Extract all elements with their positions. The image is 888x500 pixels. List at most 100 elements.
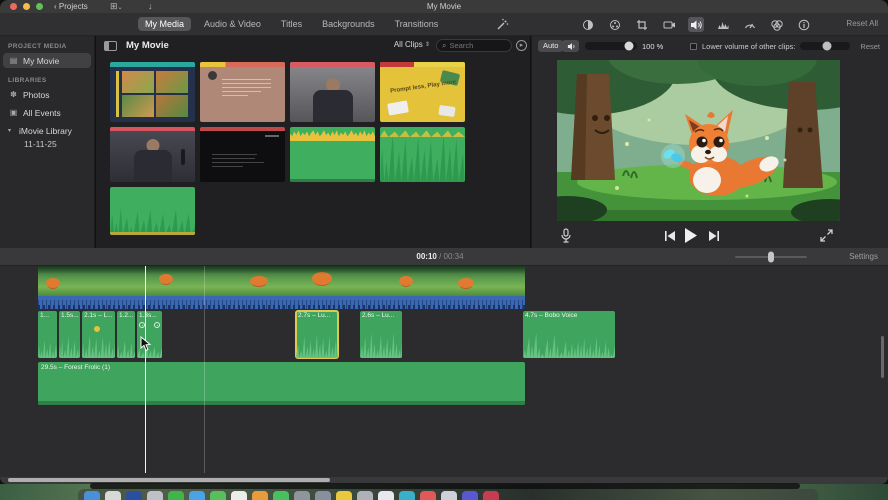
sidebar-item-event-date[interactable]: 11-11-25	[24, 138, 94, 151]
dock-icon[interactable]	[441, 491, 457, 500]
project-media-header: PROJECT MEDIA	[8, 43, 67, 50]
dock	[78, 489, 818, 500]
back-to-projects-button[interactable]: ‹ Projects	[54, 2, 88, 11]
titlebar: ‹ Projects ⊞⌄ ↓ My Movie	[0, 0, 888, 13]
color-correction-icon[interactable]	[607, 17, 623, 32]
search-field[interactable]: ⌕	[436, 39, 512, 52]
volume-slider-knob[interactable]	[624, 41, 634, 51]
tab-audio-video[interactable]: Audio & Video	[197, 17, 268, 31]
sidebar-item-photos[interactable]: ✽ Photos	[3, 87, 91, 102]
download-icon[interactable]: ↓	[148, 1, 153, 12]
lower-volume-slider[interactable]	[800, 41, 850, 51]
media-thumbnail-screen-recording-1[interactable]	[110, 62, 195, 122]
search-input[interactable]	[449, 41, 506, 50]
dock-icon[interactable]	[252, 491, 268, 500]
sidebar-item-label: All Events	[23, 107, 61, 118]
timeline-settings-button[interactable]: Settings	[849, 252, 878, 261]
sidebar-item-imovie-library[interactable]: ▾ iMovie Library	[3, 123, 91, 138]
dock-icon[interactable]	[273, 491, 289, 500]
tab-transitions[interactable]: Transitions	[388, 17, 446, 31]
close-window-button[interactable]	[10, 3, 17, 10]
audio-clip[interactable]: 1.5s...	[59, 311, 80, 358]
audio-clip[interactable]: 1...	[38, 311, 57, 358]
timeline-vertical-scrollbar[interactable]	[881, 336, 884, 378]
media-thumbnail-notes-screen[interactable]	[200, 62, 285, 122]
media-thumbnail-promo-graphic[interactable]: Prompt less, Play more	[380, 62, 465, 122]
volume-icon[interactable]	[688, 17, 704, 32]
speed-icon[interactable]	[742, 17, 758, 32]
timeline-zoom-knob[interactable]	[768, 251, 774, 263]
dock-icon[interactable]	[336, 491, 352, 500]
dock-icon[interactable]	[483, 491, 499, 500]
audio-clip-selected[interactable]: 2.7s – Lu...	[295, 310, 339, 359]
auto-volume-button[interactable]: Auto	[538, 40, 564, 52]
media-thumbnail-presenter-1[interactable]	[290, 62, 375, 122]
media-thumbnail-audio-clip-1[interactable]	[290, 127, 375, 182]
next-frame-button[interactable]	[708, 231, 720, 241]
dock-icon[interactable]	[399, 491, 415, 500]
dock-icon[interactable]	[294, 491, 310, 500]
dock-icon[interactable]	[168, 491, 184, 500]
timeline-horizontal-scrollbar[interactable]	[8, 478, 330, 482]
timeline-zoom-slider[interactable]	[735, 251, 807, 263]
dock-icon[interactable]	[231, 491, 247, 500]
mute-button[interactable]	[562, 40, 579, 52]
sidebar-item-my-movie[interactable]: ▤ My Movie	[3, 53, 91, 68]
dock-icon[interactable]	[315, 491, 331, 500]
dock-icon[interactable]	[105, 491, 121, 500]
clip-filter-icon[interactable]	[769, 17, 785, 32]
dock-icon[interactable]	[189, 491, 205, 500]
reset-all-button[interactable]: Reset All	[846, 19, 878, 28]
video-clip-filmstrip[interactable]	[38, 266, 525, 296]
sidebar-item-all-events[interactable]: ▣ All Events	[3, 105, 91, 120]
dock-icon[interactable]	[420, 491, 436, 500]
circled-play-icon[interactable]: ▸	[516, 40, 527, 51]
crop-icon[interactable]	[634, 17, 650, 32]
media-thumbnail-presenter-2[interactable]	[110, 127, 195, 182]
noise-equalizer-icon[interactable]	[715, 17, 731, 32]
media-tabs: My Media Audio & Video Titles Background…	[138, 17, 445, 31]
timeline-toolbar: 00:10 / 00:34 Settings	[0, 248, 888, 266]
background-music-clip[interactable]: 29.5s – Forest Frolic (1)	[38, 362, 525, 405]
color-balance-icon[interactable]	[580, 17, 596, 32]
zoom-window-button[interactable]	[36, 3, 43, 10]
media-thumbnail-audio-clip-2[interactable]	[380, 127, 465, 182]
stabilization-icon[interactable]	[661, 17, 677, 32]
sidebar-item-label: iMovie Library	[19, 125, 72, 136]
dock-icon[interactable]	[462, 491, 478, 500]
sidebar-item-label: Photos	[23, 89, 50, 100]
media-thumbnail-terminal-recording[interactable]	[200, 127, 285, 182]
audio-clip-bobo-voice[interactable]: 4.7s – Bobo Voice	[523, 311, 615, 358]
lower-volume-checkbox[interactable]	[690, 43, 697, 50]
playhead[interactable]	[145, 266, 146, 473]
audio-clip[interactable]: 1.2...	[117, 311, 135, 358]
dock-icon[interactable]	[147, 491, 163, 500]
media-thumbnail-audio-clip-3[interactable]	[110, 187, 195, 235]
clip-filter-dropdown[interactable]: All Clips ⇕	[394, 40, 430, 49]
tab-my-media[interactable]: My Media	[138, 17, 192, 31]
lower-volume-knob[interactable]	[822, 41, 832, 51]
record-voiceover-icon[interactable]	[560, 228, 572, 243]
dock-icon[interactable]	[126, 491, 142, 500]
dock-icon[interactable]	[84, 491, 100, 500]
tab-titles[interactable]: Titles	[274, 17, 309, 31]
volume-slider[interactable]	[585, 41, 637, 51]
dock-icon[interactable]	[378, 491, 394, 500]
minimize-window-button[interactable]	[23, 3, 30, 10]
reset-volume-button[interactable]: Reset	[860, 42, 880, 51]
tab-backgrounds[interactable]: Backgrounds	[315, 17, 382, 31]
chevron-down-icon: ▾	[7, 128, 11, 134]
fullscreen-icon[interactable]	[820, 229, 833, 242]
audio-clip[interactable]: 2.1s – L...	[82, 311, 115, 358]
dock-icon[interactable]	[210, 491, 226, 500]
sidebar-toggle-icon[interactable]	[104, 41, 117, 51]
film-icon: ▤	[9, 56, 18, 65]
volume-controls: Auto 100 % Lower volume of other clips: …	[532, 36, 888, 58]
play-button[interactable]	[684, 228, 698, 243]
audio-clip[interactable]: 2.6s – Lu...	[360, 311, 402, 358]
previous-frame-button[interactable]	[664, 231, 676, 241]
enhance-wand-icon[interactable]	[496, 18, 509, 31]
video-audio-waveform[interactable]	[38, 296, 525, 309]
dock-icon[interactable]	[357, 491, 373, 500]
clip-information-icon[interactable]	[796, 17, 812, 32]
